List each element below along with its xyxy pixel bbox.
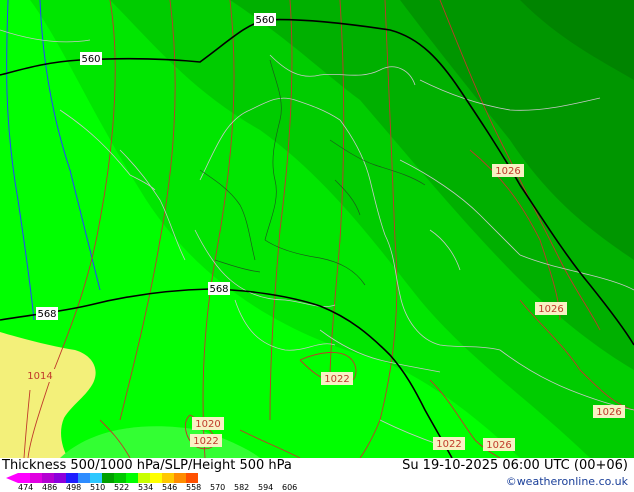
credit-link[interactable]: ©weatheronline.co.uk [506, 475, 628, 488]
legend-swatch [90, 473, 102, 483]
legend-swatch [126, 473, 138, 483]
legend-tick-label: 606 [282, 483, 298, 492]
legend-swatch [174, 473, 186, 483]
pressure-label: 1022 [436, 439, 461, 450]
pressure-label: 1026 [495, 166, 520, 177]
legend-swatch [78, 473, 90, 483]
legend-arrow-icon [6, 473, 18, 483]
map-title: Thickness 500/1000 hPa/SLP/Height 500 hP… [2, 458, 292, 473]
legend-swatch [114, 473, 126, 483]
pressure-label: 1022 [193, 436, 218, 447]
legend-tick-label: 594 [258, 483, 274, 492]
height-label: 560 [81, 54, 100, 65]
legend-tick-label: 534 [138, 483, 154, 492]
legend-tick-label: 474 [18, 483, 34, 492]
color-legend [18, 473, 198, 483]
pressure-label: 1026 [538, 304, 563, 315]
legend-swatch [66, 473, 78, 483]
legend-tick-label: 546 [162, 483, 178, 492]
legend-tick-label: 558 [186, 483, 202, 492]
map-datetime: Su 19-10-2025 06:00 UTC (00+06) [402, 458, 628, 473]
legend-swatch [138, 473, 150, 483]
weather-map: 560 560 568 568 1026 1026 1026 1022 1022… [0, 0, 634, 458]
pressure-label: 1014 [27, 371, 52, 382]
height-label: 568 [209, 284, 228, 295]
legend-swatch [42, 473, 54, 483]
legend-swatch [186, 473, 198, 483]
legend-swatch [30, 473, 42, 483]
legend-tick-label: 510 [90, 483, 106, 492]
legend-tick-label: 486 [42, 483, 58, 492]
legend-tick-label: 582 [234, 483, 250, 492]
pressure-label: 1026 [596, 407, 621, 418]
height-label: 568 [37, 309, 56, 320]
legend-swatch [54, 473, 66, 483]
pressure-label: 1020 [195, 419, 220, 430]
legend-swatch [18, 473, 30, 483]
legend-tick-label: 522 [114, 483, 130, 492]
legend-tick-label: 570 [210, 483, 226, 492]
legend-swatch [162, 473, 174, 483]
pressure-label: 1022 [324, 374, 349, 385]
legend-tick-label: 498 [66, 483, 82, 492]
legend-swatch [150, 473, 162, 483]
legend-swatch [102, 473, 114, 483]
pressure-label: 1026 [486, 440, 511, 451]
height-label: 560 [255, 15, 274, 26]
map-footer: Thickness 500/1000 hPa/SLP/Height 500 hP… [0, 458, 634, 492]
